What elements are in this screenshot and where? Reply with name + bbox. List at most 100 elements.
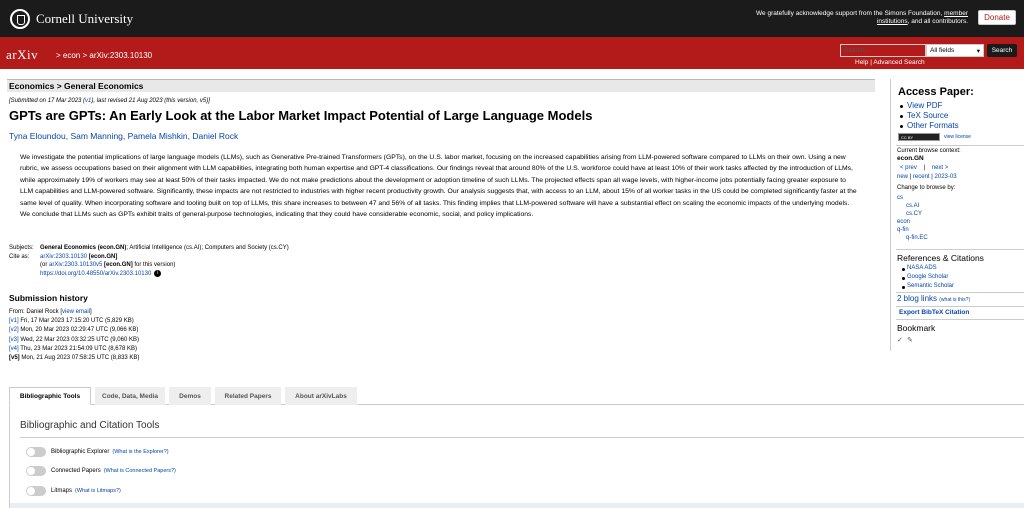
arxiv-logo[interactable]: arXiv bbox=[6, 47, 38, 63]
author-link[interactable]: Sam Manning bbox=[70, 131, 122, 141]
tool-connected-papers: Connected Papers (What is Connected Pape… bbox=[26, 466, 176, 476]
version-link[interactable]: [v1] bbox=[9, 318, 19, 324]
help-links: Help | Advanced Search bbox=[855, 59, 925, 66]
browse-context-label: Current browse context: bbox=[897, 148, 961, 154]
help-link[interactable]: Help bbox=[855, 59, 868, 66]
browse-qfin-link[interactable]: q-fin bbox=[897, 227, 909, 233]
author-link[interactable]: Daniel Rock bbox=[192, 131, 238, 141]
bookmark-title: Bookmark bbox=[897, 323, 936, 333]
divider bbox=[896, 292, 1024, 293]
browse-econ-link[interactable]: econ bbox=[897, 219, 910, 225]
divider bbox=[896, 145, 1024, 146]
history-version-current: [v5] Mon, 21 Aug 2023 07:58:25 UTC (8,83… bbox=[9, 355, 140, 362]
access-paper-title: Access Paper: bbox=[898, 86, 974, 98]
license-badge[interactable]: CC BY bbox=[898, 133, 940, 141]
blog-links: 2 blog links (what is this?) bbox=[897, 294, 970, 303]
tool-help-link[interactable]: (What is Connected Papers?) bbox=[104, 468, 176, 474]
author-list: Tyna Eloundou, Sam Manning, Pamela Mishk… bbox=[9, 131, 239, 141]
author-link[interactable]: Tyna Eloundou bbox=[9, 131, 66, 141]
divider bbox=[896, 306, 1024, 307]
tool-litmaps: Litmaps (What is Litmaps?) bbox=[26, 486, 121, 496]
cite-version-link[interactable]: arXiv:2303.10130v5 bbox=[49, 262, 102, 268]
toggle-switch[interactable] bbox=[26, 486, 46, 496]
version-link[interactable]: [v4] bbox=[9, 346, 19, 352]
tab-about-arxivlabs[interactable]: About arXivLabs bbox=[285, 387, 357, 405]
author-link[interactable]: Pamela Mishkin bbox=[128, 131, 188, 141]
acknowledgment: We gratefully acknowledge support from t… bbox=[756, 10, 968, 25]
breadcrumb-econ[interactable]: econ bbox=[63, 51, 80, 60]
browse-cs-cy-link[interactable]: cs.CY bbox=[906, 211, 922, 217]
other-formats-link[interactable]: Other Formats bbox=[907, 121, 959, 130]
search-field-select[interactable]: All fields ▾ bbox=[926, 44, 984, 57]
search-bar: Search... All fields ▾ Search bbox=[840, 44, 1017, 57]
toggle-switch[interactable] bbox=[26, 466, 46, 476]
tools-next-row bbox=[10, 503, 1024, 508]
blog-what-link[interactable]: (what is this?) bbox=[939, 297, 970, 303]
cite-row: Cite as: arXiv:2303.10130 [econ.GN] bbox=[9, 253, 118, 260]
view-pdf-link[interactable]: View PDF bbox=[907, 101, 942, 110]
top-bar: Cornell University We gratefully acknowl… bbox=[0, 0, 1024, 37]
blog-links-link[interactable]: 2 blog links bbox=[897, 294, 937, 303]
google-scholar-link[interactable]: Google Scholar bbox=[907, 274, 948, 280]
nasa-ads-link[interactable]: NASA ADS bbox=[907, 265, 937, 271]
browse-context-value: econ.GN bbox=[897, 155, 924, 162]
toggle-switch[interactable] bbox=[26, 447, 46, 457]
cornell-seal-icon bbox=[10, 8, 30, 29]
breadcrumb-paper-id: arXiv:2303.10130 bbox=[89, 51, 153, 60]
donate-button[interactable]: Donate bbox=[978, 10, 1016, 25]
semantic-scholar-link[interactable]: Semantic Scholar bbox=[907, 283, 954, 289]
info-icon[interactable]: i bbox=[154, 269, 162, 277]
browse-cs-link[interactable]: cs bbox=[897, 195, 903, 201]
category-header: Economics > General Economics bbox=[7, 79, 875, 92]
tab-demos[interactable]: Demos bbox=[169, 387, 211, 405]
divider bbox=[20, 437, 1024, 438]
labs-tabs: Bibliographic Tools Code, Data, Media De… bbox=[9, 387, 1024, 405]
version-link[interactable]: [v2] bbox=[9, 327, 19, 333]
history-from: From: Daniel Rock [view email] bbox=[9, 309, 92, 315]
browse-qfin-ec-link[interactable]: q-fin.EC bbox=[906, 235, 928, 241]
subjects-row: Subjects: General Economics (econ.GN); A… bbox=[9, 245, 289, 251]
version-link[interactable]: [v3] bbox=[9, 337, 19, 343]
recent-link[interactable]: recent bbox=[913, 174, 930, 180]
browse-lists: new | recent | 2023-03 bbox=[897, 174, 957, 180]
change-browse-label: Change to browse by: bbox=[897, 185, 956, 191]
doi-row: https://doi.org/10.48550/arXiv.2303.1013… bbox=[9, 269, 289, 279]
submission-dates: [Submitted on 17 Mar 2023 (v1), last rev… bbox=[9, 98, 210, 104]
history-version: [v2] Mon, 20 Mar 2023 02:29:47 UTC (9,06… bbox=[9, 327, 139, 334]
metadata-table: Subjects: General Economics (econ.GN); A… bbox=[9, 244, 289, 278]
view-email-link[interactable]: view email bbox=[62, 309, 90, 315]
history-version: [v3] Wed, 22 Mar 2023 03:32:25 UTC (9,06… bbox=[9, 336, 139, 343]
tool-help-link[interactable]: (What is the Explorer?) bbox=[112, 449, 168, 455]
search-button[interactable]: Search bbox=[987, 44, 1017, 57]
cite-link[interactable]: arXiv:2303.10130 bbox=[40, 254, 87, 260]
tab-code-data-media[interactable]: Code, Data, Media bbox=[95, 387, 165, 405]
history-version: [v4] Thu, 23 Mar 2023 21:54:09 UTC (8,67… bbox=[9, 345, 137, 352]
tex-source-link[interactable]: TeX Source bbox=[907, 111, 948, 120]
submission-history-title: Submission history bbox=[9, 293, 88, 303]
prev-link[interactable]: < prev bbox=[900, 165, 917, 171]
new-link[interactable]: new bbox=[897, 174, 908, 180]
advanced-search-link[interactable]: Advanced Search bbox=[873, 59, 924, 66]
doi-link[interactable]: https://doi.org/10.48550/arXiv.2303.1013… bbox=[40, 271, 151, 277]
references-title: References & Citations bbox=[897, 253, 984, 263]
month-link[interactable]: 2023-03 bbox=[935, 174, 957, 180]
browse-cs-ai-link[interactable]: cs.AI bbox=[906, 203, 919, 209]
tab-related-papers[interactable]: Related Papers bbox=[215, 387, 281, 405]
next-link[interactable]: next > bbox=[932, 165, 949, 171]
submission-history: From: Daniel Rock [view email] [v1] Fri,… bbox=[9, 308, 139, 363]
tool-help-link[interactable]: (What is Litmaps?) bbox=[75, 488, 121, 494]
tool-bibliographic-explorer: Bibliographic Explorer (What is the Expl… bbox=[26, 447, 169, 457]
paper-title: GPTs are GPTs: An Early Look at the Labo… bbox=[9, 108, 593, 123]
divider bbox=[896, 249, 1024, 250]
cite-version-row: (or arXiv:2303.10130v5 [econ.GN] for thi… bbox=[40, 262, 176, 269]
divider bbox=[896, 319, 1024, 320]
cornell-name: Cornell University bbox=[36, 10, 134, 26]
bibsonomy-icon[interactable]: ✓ bbox=[897, 337, 905, 345]
view-license-link[interactable]: view license bbox=[944, 134, 971, 140]
browse-prev-next: < prev | next > bbox=[900, 165, 949, 171]
cornell-logo[interactable]: Cornell University bbox=[10, 8, 134, 29]
search-input[interactable]: Search... bbox=[840, 44, 926, 57]
reddit-icon[interactable]: ✎ bbox=[907, 337, 915, 345]
export-bibtex-link[interactable]: Export BibTeX Citation bbox=[899, 309, 969, 316]
tab-bibliographic-tools[interactable]: Bibliographic Tools bbox=[9, 387, 91, 405]
